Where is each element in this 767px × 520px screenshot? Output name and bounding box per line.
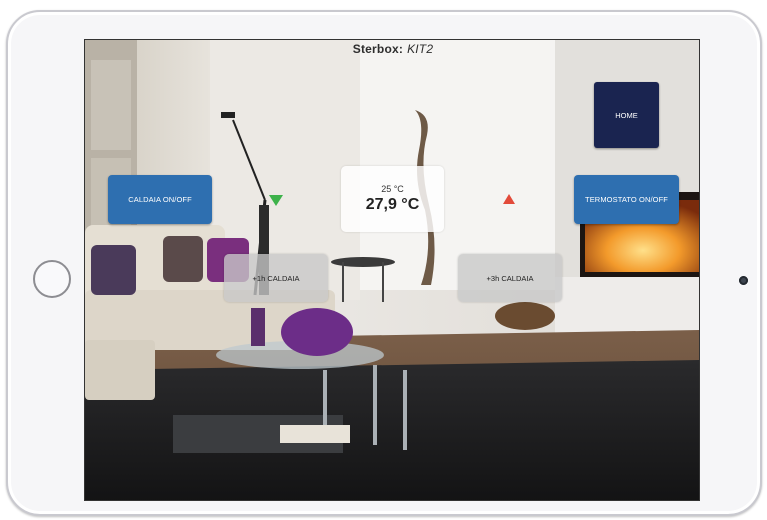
triangle-up-icon[interactable] [503,194,515,204]
device-home-button[interactable] [33,260,71,298]
app-screen: Sterbox: KIT2 HOME CALDAIA ON/OFF TERMOST… [84,39,700,501]
temperature-display: 25 °C 27,9 °C [341,166,444,232]
home-button[interactable]: HOME [594,82,659,148]
device-name: KIT2 [407,42,434,56]
setpoint-temperature: 25 °C [381,184,404,194]
title-label: Sterbox: [352,42,404,56]
thermostat-toggle-button[interactable]: TERMOSTATO ON/OFF [574,175,679,224]
boiler-toggle-button[interactable]: CALDAIA ON/OFF [108,175,212,224]
boost-1h-button[interactable]: +1h CALDAIA [224,254,328,302]
current-temperature: 27,9 °C [365,196,420,213]
camera-icon [739,276,748,285]
app-title: Sterbox: KIT2 [85,42,699,56]
boost-3h-button[interactable]: +3h CALDAIA [458,254,562,302]
triangle-down-icon[interactable] [269,195,283,206]
